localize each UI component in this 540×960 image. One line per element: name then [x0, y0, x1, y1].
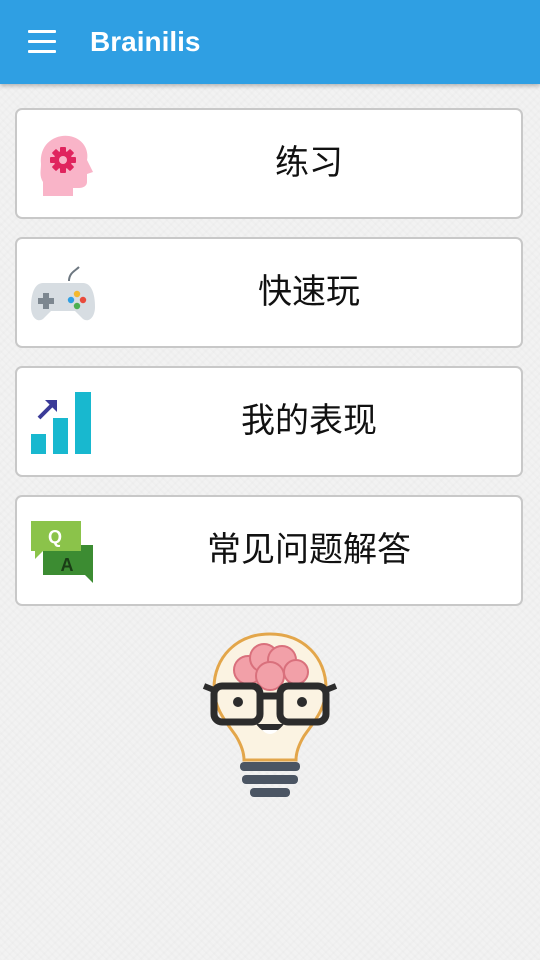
menu-card-label: 快速玩	[258, 272, 360, 312]
menu-card-quick-play[interactable]: 快速玩	[15, 237, 523, 348]
menu-line	[28, 40, 56, 43]
menu-card-practice[interactable]: 练习	[15, 108, 523, 219]
menu-card-label: 练习	[275, 143, 343, 183]
menu-card-performance[interactable]: 我的表现	[15, 366, 523, 477]
app-bar: Brainilis	[0, 0, 540, 84]
menu-line	[28, 50, 56, 53]
svg-text:Q: Q	[48, 527, 62, 547]
menu-line	[28, 30, 56, 33]
brain-gear-icon	[40, 135, 93, 196]
gamepad-icon	[31, 266, 95, 321]
menu-card-label: 常见问题解答	[207, 530, 411, 570]
hamburger-menu-button[interactable]	[22, 28, 62, 56]
svg-text:A: A	[61, 555, 74, 575]
menu-card-faq[interactable]: Q A 常见问题解答	[15, 495, 523, 606]
faq-qa-icon: Q A	[31, 521, 93, 583]
menu-card-label: 我的表现	[241, 401, 377, 441]
app-title: Brainilis	[90, 26, 201, 57]
lightbulb-brain-mascot	[202, 632, 338, 797]
bar-chart-icon	[31, 392, 91, 454]
main-content: 练习 快速玩 我的表现 Q A 常见问题解答	[0, 84, 540, 960]
